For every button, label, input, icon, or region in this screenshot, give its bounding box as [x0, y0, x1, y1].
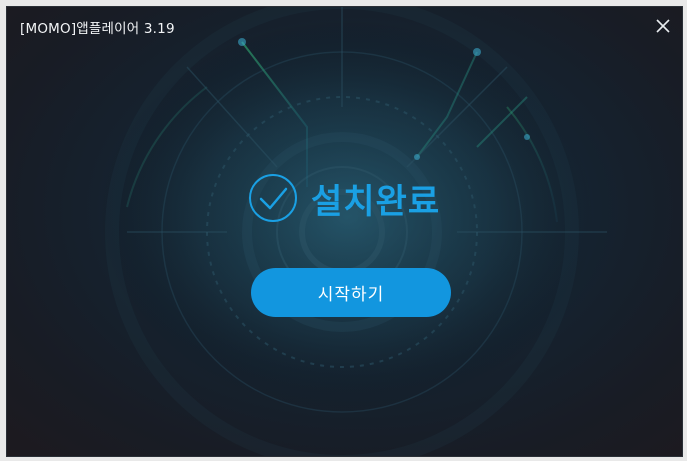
background-art [97, 7, 607, 456]
install-complete-text: 설치완료 [311, 181, 441, 222]
start-button[interactable]: 시작하기 [251, 268, 451, 317]
close-icon[interactable] [652, 15, 674, 37]
window-title: [MOMO]앱플레이어 3.19 [20, 21, 175, 37]
window-frame: [MOMO]앱플레이어 3.19 설치완료 시작하기 [0, 0, 687, 461]
check-circle-icon [249, 174, 297, 222]
install-status: 설치완료 [247, 172, 440, 224]
installer-window: [MOMO]앱플레이어 3.19 설치완료 시작하기 [6, 6, 683, 457]
